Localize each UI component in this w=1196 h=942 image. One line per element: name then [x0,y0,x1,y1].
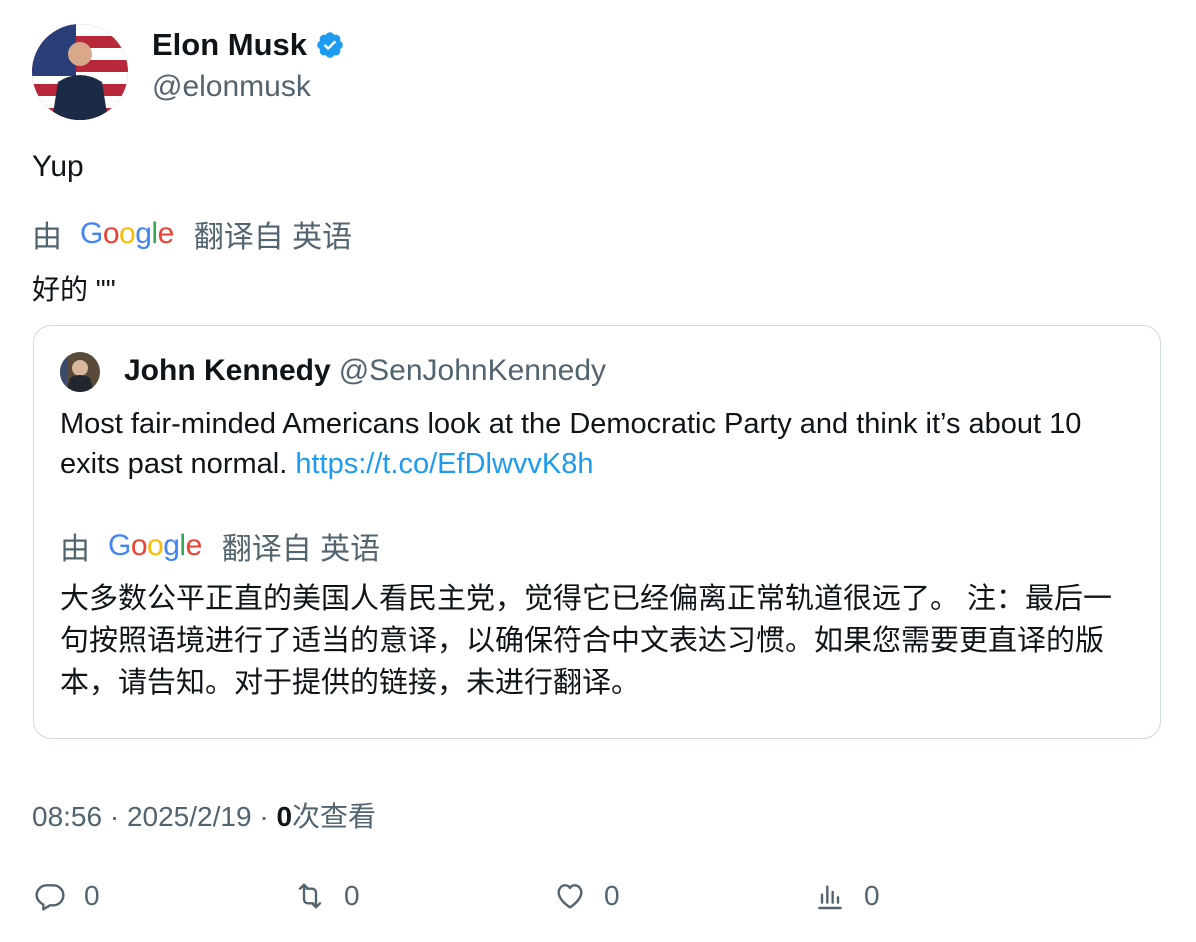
views-action-count: 0 [864,880,880,911]
quoted-google-logo: Google [108,529,202,562]
quoted-translation-label[interactable]: 翻译自 英语 [222,524,380,568]
translation-attribution: 由 Google 翻译自 英语 [32,212,352,256]
quoted-translation-attribution: 由 Google 翻译自 英语 [60,524,380,568]
quoted-tweet-text: Most fair-minded Americans look at the D… [60,404,1130,484]
reply-button[interactable]: 0 [34,880,100,912]
meta-separator: · [109,801,120,832]
views-count: 0 [276,801,293,832]
quoted-author-avatar[interactable] [60,352,100,392]
like-count: 0 [604,880,620,911]
translated-tweet-text: 好的 "" [32,274,116,305]
google-logo: Google [80,217,174,250]
retweet-count: 0 [344,880,360,911]
author-avatar[interactable] [32,24,128,120]
views-icon [818,885,842,910]
tweet-time[interactable]: 08:56 [32,801,102,832]
quoted-tweet-link[interactable]: https://t.co/EfDlwvvK8h [295,448,593,480]
author-handle[interactable]: @elonmusk [152,70,311,104]
reply-count: 0 [84,880,100,911]
reply-icon [35,884,65,911]
tweet-text: Yup [32,150,84,183]
retweet-button[interactable]: 0 [294,880,360,912]
quoted-author-name[interactable]: John Kennedy [124,354,331,388]
views-label: 次查看 [292,801,377,832]
author-name[interactable]: Elon Musk [152,27,307,63]
meta-separator: · [259,801,269,832]
like-button[interactable]: 0 [554,880,620,912]
tweet-meta: 08:56 · 2025/2/19 · 0次查看 [32,795,376,835]
quoted-author-row: John Kennedy @SenJohnKennedy [124,354,606,388]
author-name-row: Elon Musk [152,27,345,63]
verified-badge-icon[interactable] [315,30,345,60]
translation-by-label: 由 [32,221,62,254]
retweet-icon [298,883,322,909]
translation-label[interactable]: 翻译自 英语 [194,212,352,256]
quoted-author-handle[interactable]: @SenJohnKennedy [339,354,606,388]
tweet-date[interactable]: 2025/2/19 [127,801,252,832]
quoted-translation-by-label: 由 [60,533,90,566]
quoted-tweet[interactable]: John Kennedy @SenJohnKennedy Most fair-m… [33,325,1161,739]
views-button[interactable]: 0 [814,880,880,912]
quoted-translated-text: 大多数公平正直的美国人看民主党，觉得它已经偏离正常轨道很远了。 注：最后一句按照… [60,583,1113,699]
like-icon [557,884,583,909]
